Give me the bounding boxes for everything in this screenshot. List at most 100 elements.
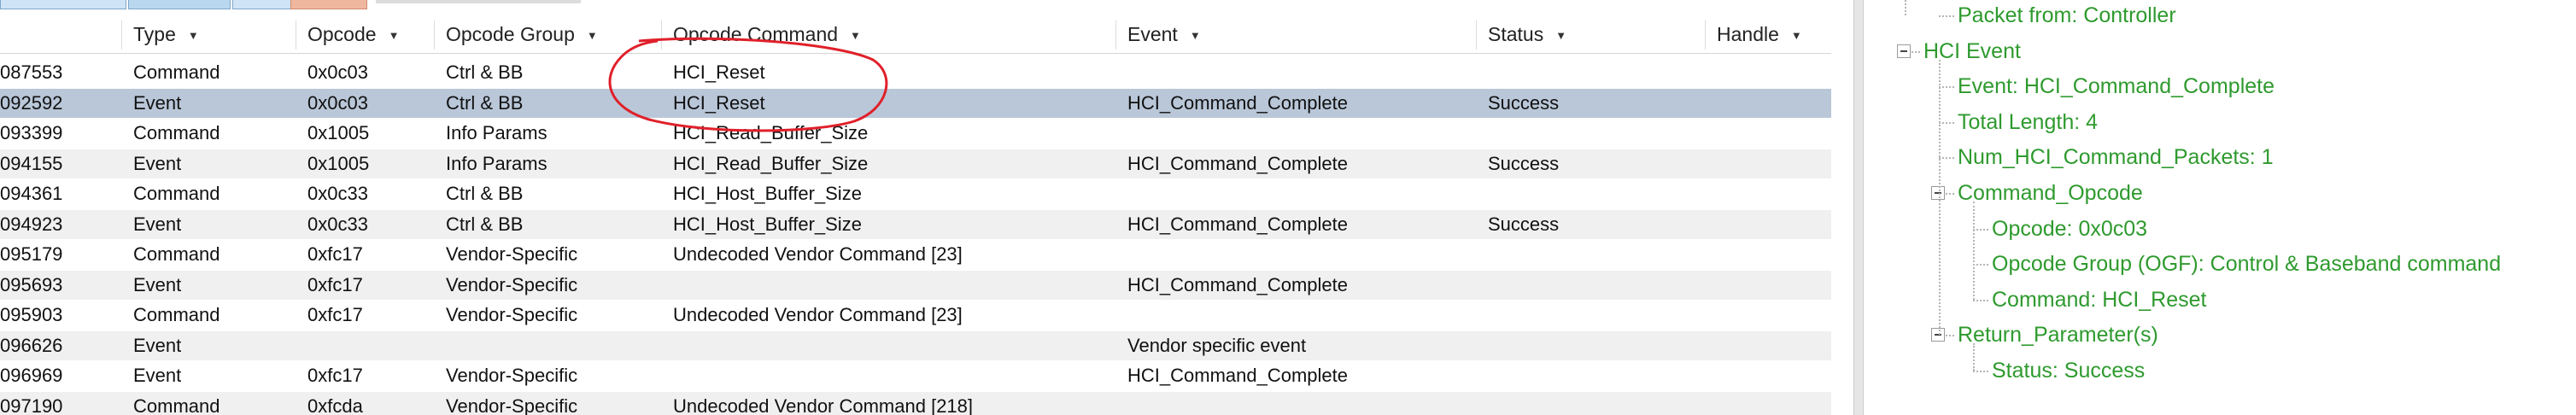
sort-dropdown-icon[interactable]: ▼ (1190, 29, 1201, 42)
cell-type: Event (133, 365, 182, 386)
collapse-icon[interactable] (1931, 328, 1945, 342)
cell-status: Success (1488, 213, 1560, 235)
cell-time: 094923 (0, 213, 63, 235)
cell-type: Event (133, 274, 182, 295)
cell-opcode: 0x0c03 (307, 92, 368, 114)
cell-type: Command (133, 183, 220, 204)
view-tab-active[interactable] (290, 0, 367, 9)
tree-node[interactable]: Packet from: Controller (1958, 2, 2176, 29)
tree-node[interactable]: Command_Opcode (1958, 179, 2143, 207)
pane-splitter[interactable] (1853, 0, 1864, 415)
cell-time: 093399 (0, 122, 63, 143)
tab-strip-background (376, 0, 581, 3)
column-header-status[interactable]: Status ▼ (1488, 15, 1566, 53)
cell-time: 095693 (0, 274, 63, 295)
tree-guide-line (1973, 202, 1975, 300)
column-header-label: Handle (1717, 23, 1779, 45)
cell-type: Command (133, 304, 220, 325)
tree-node[interactable]: Num_HCI_Command_Packets: 1 (1958, 143, 2274, 171)
sort-dropdown-icon[interactable]: ▼ (1555, 29, 1566, 42)
sort-dropdown-icon[interactable]: ▼ (389, 29, 400, 42)
cell-opcode: 0xfc17 (307, 243, 363, 265)
column-header-type[interactable]: Type ▼ (133, 15, 199, 53)
column-divider[interactable] (661, 20, 662, 50)
cell-command: Undecoded Vendor Command [23] (673, 304, 963, 325)
cell-group: Info Params (446, 153, 547, 174)
tree-connector (1973, 229, 1988, 231)
cell-opcode: 0x1005 (307, 153, 370, 174)
cell-command: HCI_Host_Buffer_Size (673, 183, 862, 204)
tree-guide-line (1939, 60, 1941, 335)
tree-node[interactable]: Total Length: 4 (1958, 108, 2098, 136)
cell-command: Undecoded Vendor Command [23] (673, 243, 963, 265)
collapse-icon[interactable] (1931, 186, 1945, 200)
table-row[interactable]: 096969 Event 0xfc17 Vendor-Specific HCI_Comm… (0, 361, 1831, 390)
table-row[interactable]: 094923 Event 0x0c33 Ctrl & BB HCI_Host_Buffe… (0, 210, 1831, 239)
cell-group: Ctrl & BB (446, 213, 524, 235)
table-row-selected[interactable]: 092592 Event 0x0c03 Ctrl & BB HCI_Reset HCI_C… (0, 89, 1831, 118)
tree-node[interactable]: Opcode Group (OGF): Control & Baseband c… (1992, 250, 2501, 278)
table-row[interactable]: 094155 Event 0x1005 Info Params HCI_Read_Buf… (0, 149, 1831, 178)
cell-group: Info Params (446, 122, 547, 143)
view-tab[interactable] (0, 0, 126, 9)
column-header-command[interactable]: Opcode Command ▼ (673, 15, 861, 53)
collapse-icon[interactable] (1897, 44, 1911, 58)
column-header-opcode[interactable]: Opcode ▼ (307, 15, 399, 53)
cell-opcode: 0xfcda (307, 395, 363, 415)
table-row[interactable]: 095693 Event 0xfc17 Vendor-Specific HCI_Comm… (0, 271, 1831, 300)
cell-opcode: 0x0c33 (307, 183, 368, 204)
view-tab-strip (0, 0, 581, 10)
cell-opcode: 0x0c03 (307, 61, 368, 83)
table-row[interactable]: 097190 Command 0xfcda Vendor-Specific Undeco… (0, 392, 1831, 415)
cell-type: Command (133, 243, 220, 265)
column-header-event[interactable]: Event ▼ (1127, 15, 1201, 53)
tree-node[interactable]: Status: Success (1992, 357, 2145, 384)
table-row[interactable]: 096626 Event Vendor specific event (0, 331, 1831, 360)
cell-type: Command (133, 122, 220, 143)
view-tab[interactable] (128, 0, 231, 9)
table-row[interactable]: 095179 Command 0xfc17 Vendor-Specific Undeco… (0, 240, 1831, 269)
table-row[interactable]: 095903 Command 0xfc17 Vendor-Specific Undeco… (0, 301, 1831, 330)
column-divider[interactable] (121, 20, 122, 50)
cell-time: 096969 (0, 365, 63, 386)
cell-opcode: 0x0c33 (307, 213, 368, 235)
cell-group: Vendor-Specific (446, 304, 578, 325)
column-header-label: Opcode (307, 23, 377, 45)
cell-time: 087553 (0, 61, 63, 83)
column-header-row: Type ▼ Opcode ▼ Opcode Group ▼ Opcode Command ▼… (0, 15, 1831, 54)
column-header-group[interactable]: Opcode Group ▼ (446, 15, 598, 53)
cell-event: HCI_Command_Complete (1127, 153, 1348, 174)
sort-dropdown-icon[interactable]: ▼ (1791, 29, 1802, 42)
sort-dropdown-icon[interactable]: ▼ (188, 29, 199, 42)
sort-dropdown-icon[interactable]: ▼ (587, 29, 598, 42)
cell-type: Event (133, 335, 182, 356)
tree-node[interactable]: Event: HCI_Command_Complete (1958, 73, 2274, 100)
table-row[interactable]: 093399 Command 0x1005 Info Params HCI_Read_B… (0, 119, 1831, 148)
tree-node[interactable]: Return_Parameter(s) (1958, 321, 2158, 348)
cell-group: Ctrl & BB (446, 61, 524, 83)
packet-details-tree: Packet from: Controller HCI Event Event: H… (1864, 0, 2576, 415)
tree-node[interactable]: Opcode: 0x0c03 (1992, 215, 2147, 243)
table-row[interactable]: 087553 Command 0x0c03 Ctrl & BB HCI_Reset (0, 58, 1831, 87)
cell-command: HCI_Reset (673, 92, 765, 114)
cell-command: HCI_Read_Buffer_Size (673, 122, 869, 143)
table-row[interactable]: 094361 Command 0x0c33 Ctrl & BB HCI_Host_Buf… (0, 179, 1831, 208)
column-divider[interactable] (1476, 20, 1477, 50)
cell-time: 094155 (0, 153, 63, 174)
column-header-handle[interactable]: Handle ▼ (1717, 15, 1802, 53)
tree-connector (1939, 122, 1954, 124)
cell-event: HCI_Command_Complete (1127, 213, 1348, 235)
sort-dropdown-icon[interactable]: ▼ (850, 29, 861, 42)
cell-opcode: 0x1005 (307, 122, 370, 143)
column-divider[interactable] (434, 20, 435, 50)
tree-connector (1939, 86, 1954, 88)
cell-status: Success (1488, 153, 1560, 174)
view-tab[interactable] (232, 0, 297, 9)
cell-event: HCI_Command_Complete (1127, 92, 1348, 114)
cell-opcode: 0xfc17 (307, 365, 363, 386)
tree-node[interactable]: Command: HCI_Reset (1992, 286, 2206, 313)
column-divider[interactable] (1115, 20, 1116, 50)
tree-connector (1939, 157, 1954, 159)
cell-time: 095903 (0, 304, 63, 325)
column-divider[interactable] (1705, 20, 1706, 50)
